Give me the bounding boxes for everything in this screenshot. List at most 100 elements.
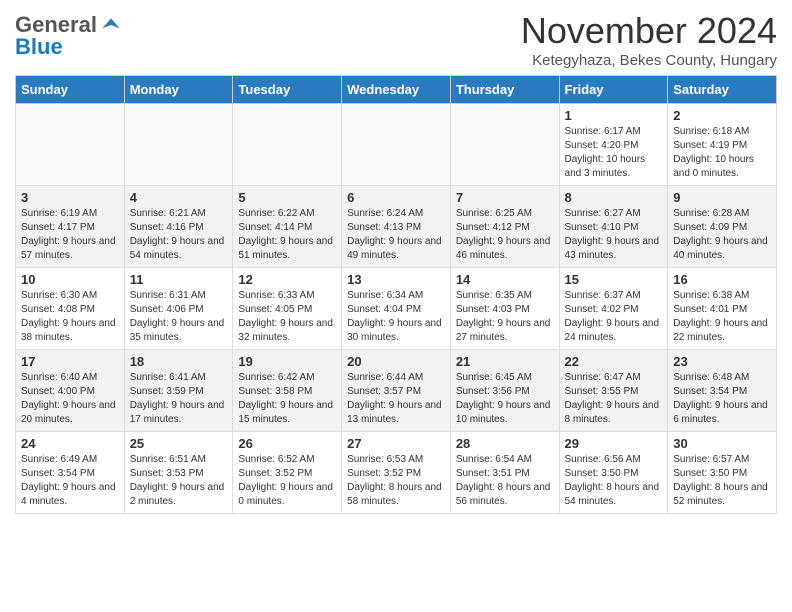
day-number: 14 (456, 272, 554, 287)
weekday-header: Sunday (16, 76, 125, 104)
day-number: 28 (456, 436, 554, 451)
day-number: 22 (565, 354, 663, 369)
logo: General Blue (15, 14, 121, 58)
calendar-cell: 26 Sunrise: 6:52 AM Sunset: 3:52 PM Dayli… (233, 432, 342, 514)
day-number: 24 (21, 436, 119, 451)
day-number: 12 (238, 272, 336, 287)
day-info: Sunrise: 6:48 AM Sunset: 3:54 PM Dayligh… (673, 371, 771, 427)
calendar-cell: 23 Sunrise: 6:48 AM Sunset: 3:54 PM Dayli… (668, 350, 777, 432)
logo-blue: Blue (15, 36, 63, 58)
location-title: Ketegyhaza, Bekes County, Hungary (521, 52, 777, 69)
day-info: Sunrise: 6:17 AM Sunset: 4:20 PM Dayligh… (565, 125, 663, 181)
day-info: Sunrise: 6:41 AM Sunset: 3:59 PM Dayligh… (130, 371, 228, 427)
calendar-cell: 3 Sunrise: 6:19 AM Sunset: 4:17 PM Daylig… (16, 186, 125, 268)
day-info: Sunrise: 6:49 AM Sunset: 3:54 PM Dayligh… (21, 453, 119, 509)
day-info: Sunrise: 6:33 AM Sunset: 4:05 PM Dayligh… (238, 289, 336, 345)
weekday-header: Wednesday (342, 76, 451, 104)
day-number: 3 (21, 190, 119, 205)
calendar-cell: 10 Sunrise: 6:30 AM Sunset: 4:08 PM Dayli… (16, 268, 125, 350)
day-info: Sunrise: 6:30 AM Sunset: 4:08 PM Dayligh… (21, 289, 119, 345)
day-number: 2 (673, 108, 771, 123)
day-info: Sunrise: 6:40 AM Sunset: 4:00 PM Dayligh… (21, 371, 119, 427)
weekday-header: Thursday (450, 76, 559, 104)
day-number: 10 (21, 272, 119, 287)
day-number: 27 (347, 436, 445, 451)
day-number: 19 (238, 354, 336, 369)
calendar-week-row: 17 Sunrise: 6:40 AM Sunset: 4:00 PM Dayli… (16, 350, 777, 432)
weekday-header: Monday (124, 76, 233, 104)
calendar-cell: 21Sunrise: 6:45 AM Sunset: 3:56 PM Dayli… (450, 350, 559, 432)
calendar-cell: 7 Sunrise: 6:25 AM Sunset: 4:12 PM Daylig… (450, 186, 559, 268)
calendar-week-row: 1 Sunrise: 6:17 AM Sunset: 4:20 PM Daylig… (16, 104, 777, 186)
day-info: Sunrise: 6:52 AM Sunset: 3:52 PM Dayligh… (238, 453, 336, 509)
calendar-cell: 13 Sunrise: 6:34 AM Sunset: 4:04 PM Dayli… (342, 268, 451, 350)
month-title: November 2024 (521, 10, 777, 52)
day-number: 18 (130, 354, 228, 369)
calendar-week-row: 24 Sunrise: 6:49 AM Sunset: 3:54 PM Dayli… (16, 432, 777, 514)
day-number: 7 (456, 190, 554, 205)
day-number: 8 (565, 190, 663, 205)
day-number: 26 (238, 436, 336, 451)
calendar-cell: 22 Sunrise: 6:47 AM Sunset: 3:55 PM Dayli… (559, 350, 668, 432)
calendar-cell (342, 104, 451, 186)
calendar-cell: 14Sunrise: 6:35 AM Sunset: 4:03 PM Dayli… (450, 268, 559, 350)
calendar-cell: 5 Sunrise: 6:22 AM Sunset: 4:14 PM Daylig… (233, 186, 342, 268)
day-number: 6 (347, 190, 445, 205)
calendar-cell (450, 104, 559, 186)
day-number: 23 (673, 354, 771, 369)
weekday-header: Saturday (668, 76, 777, 104)
day-info: Sunrise: 6:19 AM Sunset: 4:17 PM Dayligh… (21, 207, 119, 263)
calendar-cell: 9Sunrise: 6:28 AM Sunset: 4:09 PM Daylig… (668, 186, 777, 268)
day-info: Sunrise: 6:44 AM Sunset: 3:57 PM Dayligh… (347, 371, 445, 427)
calendar-cell: 19Sunrise: 6:42 AM Sunset: 3:58 PM Dayli… (233, 350, 342, 432)
day-number: 4 (130, 190, 228, 205)
day-number: 25 (130, 436, 228, 451)
day-info: Sunrise: 6:27 AM Sunset: 4:10 PM Dayligh… (565, 207, 663, 263)
day-number: 16 (673, 272, 771, 287)
calendar-cell (16, 104, 125, 186)
day-number: 5 (238, 190, 336, 205)
title-area: November 2024 Ketegyhaza, Bekes County, … (521, 10, 777, 69)
calendar-week-row: 3 Sunrise: 6:19 AM Sunset: 4:17 PM Daylig… (16, 186, 777, 268)
day-number: 21 (456, 354, 554, 369)
calendar-cell: 6 Sunrise: 6:24 AM Sunset: 4:13 PM Daylig… (342, 186, 451, 268)
day-number: 13 (347, 272, 445, 287)
day-number: 15 (565, 272, 663, 287)
day-info: Sunrise: 6:25 AM Sunset: 4:12 PM Dayligh… (456, 207, 554, 263)
calendar-cell (124, 104, 233, 186)
day-info: Sunrise: 6:47 AM Sunset: 3:55 PM Dayligh… (565, 371, 663, 427)
calendar-cell (233, 104, 342, 186)
weekday-header-row: SundayMondayTuesdayWednesdayThursdayFrid… (16, 76, 777, 104)
day-info: Sunrise: 6:18 AM Sunset: 4:19 PM Dayligh… (673, 125, 771, 181)
day-number: 9 (673, 190, 771, 205)
weekday-header: Tuesday (233, 76, 342, 104)
calendar-cell: 8 Sunrise: 6:27 AM Sunset: 4:10 PM Daylig… (559, 186, 668, 268)
day-number: 11 (130, 272, 228, 287)
calendar-cell: 4 Sunrise: 6:21 AM Sunset: 4:16 PM Daylig… (124, 186, 233, 268)
day-info: Sunrise: 6:38 AM Sunset: 4:01 PM Dayligh… (673, 289, 771, 345)
day-number: 17 (21, 354, 119, 369)
day-info: Sunrise: 6:34 AM Sunset: 4:04 PM Dayligh… (347, 289, 445, 345)
day-info: Sunrise: 6:22 AM Sunset: 4:14 PM Dayligh… (238, 207, 336, 263)
day-info: Sunrise: 6:24 AM Sunset: 4:13 PM Dayligh… (347, 207, 445, 263)
calendar-cell: 15 Sunrise: 6:37 AM Sunset: 4:02 PM Dayli… (559, 268, 668, 350)
calendar-cell: 16 Sunrise: 6:38 AM Sunset: 4:01 PM Dayli… (668, 268, 777, 350)
calendar-cell: 17 Sunrise: 6:40 AM Sunset: 4:00 PM Dayli… (16, 350, 125, 432)
day-info: Sunrise: 6:56 AM Sunset: 3:50 PM Dayligh… (565, 453, 663, 509)
day-info: Sunrise: 6:21 AM Sunset: 4:16 PM Dayligh… (130, 207, 228, 263)
day-number: 1 (565, 108, 663, 123)
calendar-cell: 24 Sunrise: 6:49 AM Sunset: 3:54 PM Dayli… (16, 432, 125, 514)
calendar-cell: 29 Sunrise: 6:56 AM Sunset: 3:50 PM Dayli… (559, 432, 668, 514)
logo-bird-icon (101, 15, 121, 35)
day-number: 20 (347, 354, 445, 369)
day-info: Sunrise: 6:37 AM Sunset: 4:02 PM Dayligh… (565, 289, 663, 345)
day-info: Sunrise: 6:53 AM Sunset: 3:52 PM Dayligh… (347, 453, 445, 509)
calendar-cell: 1 Sunrise: 6:17 AM Sunset: 4:20 PM Daylig… (559, 104, 668, 186)
day-number: 29 (565, 436, 663, 451)
header: General Blue November 2024 Ketegyhaza, B… (15, 10, 777, 69)
calendar-cell: 20 Sunrise: 6:44 AM Sunset: 3:57 PM Dayli… (342, 350, 451, 432)
weekday-header: Friday (559, 76, 668, 104)
day-info: Sunrise: 6:54 AM Sunset: 3:51 PM Dayligh… (456, 453, 554, 509)
calendar-cell: 18 Sunrise: 6:41 AM Sunset: 3:59 PM Dayli… (124, 350, 233, 432)
day-info: Sunrise: 6:31 AM Sunset: 4:06 PM Dayligh… (130, 289, 228, 345)
